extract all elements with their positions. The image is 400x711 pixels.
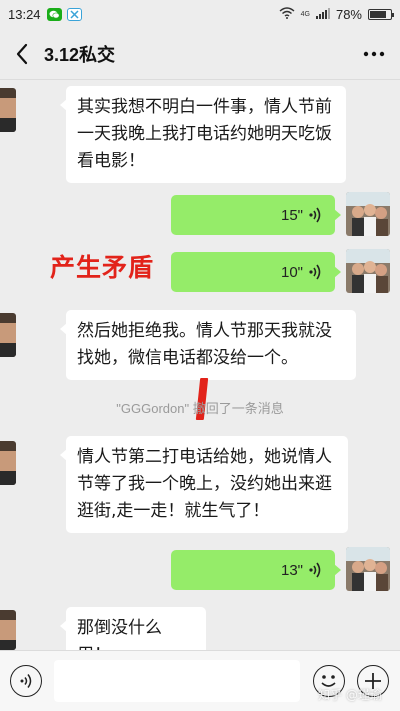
chat-message-list[interactable]: 其实我想不明白一件事，情人节前一天我晚上我打电话约她明天吃饭看电影！ 15" 产… <box>0 80 400 677</box>
message-bubble[interactable]: 然后她拒绝我。情人节那天我就没找她，微信电话都没给一个。 <box>60 310 356 380</box>
gallery-notification-icon <box>66 7 82 21</box>
more-options-button[interactable] <box>348 28 400 80</box>
message-text: 然后她拒绝我。情人节那天我就没找她，微信电话都没给一个。 <box>77 321 332 368</box>
my-avatar[interactable] <box>346 547 390 591</box>
chat-header: 3.12私交 <box>0 28 400 80</box>
watermark: 知乎 @瑾瑜 <box>318 688 382 702</box>
voice-duration: 10" <box>280 263 303 281</box>
voice-wave-icon <box>309 562 321 578</box>
voice-wave-icon <box>309 264 321 280</box>
annotation-label: 产生矛盾 <box>50 253 155 282</box>
voice-message[interactable]: 15" <box>171 195 341 235</box>
battery-percent: 78% <box>335 6 362 22</box>
message-input[interactable] <box>54 660 300 702</box>
status-bar: 13:24 4G 78% <box>0 0 400 28</box>
contact-avatar[interactable] <box>0 313 16 357</box>
back-button[interactable] <box>0 28 44 80</box>
my-avatar[interactable] <box>346 192 390 236</box>
voice-message[interactable]: 13" <box>171 550 341 590</box>
message-bubble[interactable]: 其实我想不明白一件事，情人节前一天我晚上我打电话约她明天吃饭看电影！ <box>60 86 346 183</box>
my-avatar[interactable] <box>346 249 390 293</box>
voice-toggle-icon <box>20 674 32 688</box>
message-text: 其实我想不明白一件事，情人节前一天我晚上我打电话约她明天吃饭看电影！ <box>77 97 332 171</box>
signal-icon <box>315 7 330 22</box>
contact-avatar[interactable] <box>0 441 16 485</box>
voice-input-button[interactable] <box>10 665 42 697</box>
network-type-label: 4G <box>300 10 310 18</box>
contact-avatar[interactable] <box>0 610 16 650</box>
battery-icon <box>368 8 394 20</box>
message-bubble[interactable]: 情人节第二打电话给她，她说情人节等了我一个晚上，没约她出来逛逛街,走一走！就生气… <box>60 436 348 533</box>
wechat-notification-icon <box>46 7 62 21</box>
status-time: 13:24 <box>8 6 41 22</box>
voice-message[interactable]: 10" <box>171 252 341 292</box>
chat-title: 3.12私交 <box>44 44 116 65</box>
message-text: 情人节第二打电话给她，她说情人节等了我一个晚上，没约她出来逛逛街,走一走！就生气… <box>77 447 332 521</box>
more-dots-icon <box>363 51 385 56</box>
voice-duration: 13" <box>280 561 303 579</box>
recall-notice: "GGGordon" 撤回了一条消息 <box>116 401 284 416</box>
wifi-icon <box>279 6 295 22</box>
contact-avatar[interactable] <box>0 88 16 132</box>
voice-duration: 15" <box>280 206 303 224</box>
chevron-left-icon <box>16 43 28 64</box>
voice-wave-icon <box>309 207 321 223</box>
